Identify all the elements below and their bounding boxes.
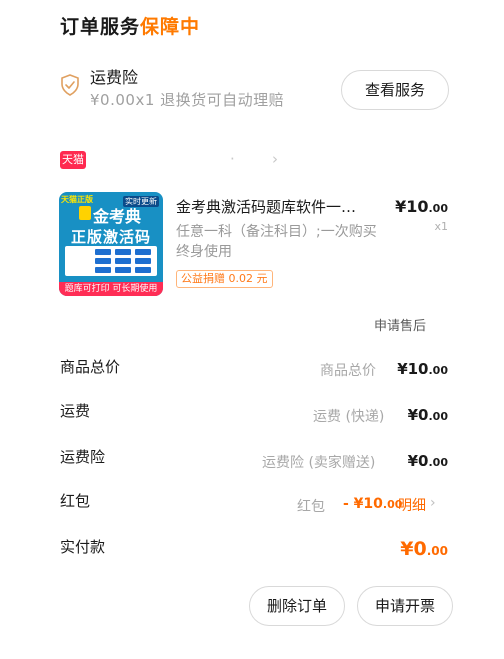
product-image[interactable]: 天猫正版 实时更新 金考典 正版激活码 题库可打印 可长期使用 [59,192,163,296]
product-image-brand: 金考典 [93,207,142,226]
paid-amount: ¥0.00 [400,538,448,560]
shipping-insurance-amount-int: ¥0 [407,452,429,470]
apply-invoice-button[interactable]: 申请开票 [357,586,453,626]
paid-amount-int: ¥0 [400,538,427,560]
product-quantity: x1 [434,220,448,233]
shipping-amount-dec: .00 [428,410,449,423]
shipping-insurance-label: 运费险 [60,448,106,466]
shipping-insurance-service: 运费险 ¥0.00x1 退换货可自动理赔 查看服务 [58,62,458,118]
product-price-int: ¥10 [395,197,429,216]
shipping-insurance-amount: ¥0.00 [408,452,448,470]
shipping-sub: 运费 (快递) [313,409,385,425]
title-main: 订单服务 [60,16,141,38]
goods-total-amount: ¥10.00 [397,360,448,378]
product-image-tag-genuine: 天猫正版 [61,195,93,204]
shipping-insurance-sub: 运费险 (卖家赠送) [262,455,376,471]
tmall-badge: 天猫 [60,151,86,169]
delete-order-button[interactable]: 删除订单 [249,586,345,626]
product-image-headline: 正版激活码 [70,228,151,246]
shield-check-icon [61,74,79,96]
product-price-dec: .00 [428,202,449,215]
red-packet-amount: - ¥10.00 [343,496,402,512]
insurance-desc: ¥0.00x1 退换货可自动理赔 [90,91,285,109]
title-accent: 保障中 [140,16,201,38]
goods-total-amount-dec: .00 [428,364,449,377]
shipping-label: 运费 [60,402,91,420]
product-sku: 任意一科（备注科目）;一次购买 终身使用 [176,224,377,260]
goods-total-label: 商品总价 [60,358,121,376]
red-packet-detail-link[interactable]: 明细 [398,495,426,515]
shipping-amount-int: ¥0 [407,406,429,424]
view-service-button[interactable]: 查看服务 [341,70,449,110]
store-name[interactable]: · [230,150,235,168]
charity-tag: 公益捐赠 0.02 元 [176,270,273,288]
goods-total-amount-int: ¥10 [397,360,429,378]
insurance-name: 运费险 [90,68,139,87]
shipping-amount: ¥0.00 [408,406,448,424]
red-packet-label: 红包 [60,492,91,510]
paid-amount-dec: .00 [426,544,448,558]
page-title: 订单服务保障中 [60,12,200,39]
brand-logo-icon [79,206,91,220]
product-image-screenshot [65,246,157,276]
chevron-right-icon[interactable]: › [272,150,278,168]
paid-label: 实付款 [60,538,106,556]
product-image-footer: 题库可打印 可长期使用 [59,282,163,296]
red-packet-sub: 红包 [297,499,325,515]
product-price: ¥10.00 [395,197,448,216]
chevron-right-icon[interactable]: › [430,495,436,511]
product-title[interactable]: 金考典激活码题库软件一… [176,196,356,217]
shipping-insurance-amount-dec: .00 [428,456,449,469]
goods-total-sub: 商品总价 [320,363,376,379]
red-packet-amount-int: - ¥10 [343,496,383,512]
apply-after-sale-button[interactable]: 申请售后 [374,315,426,334]
